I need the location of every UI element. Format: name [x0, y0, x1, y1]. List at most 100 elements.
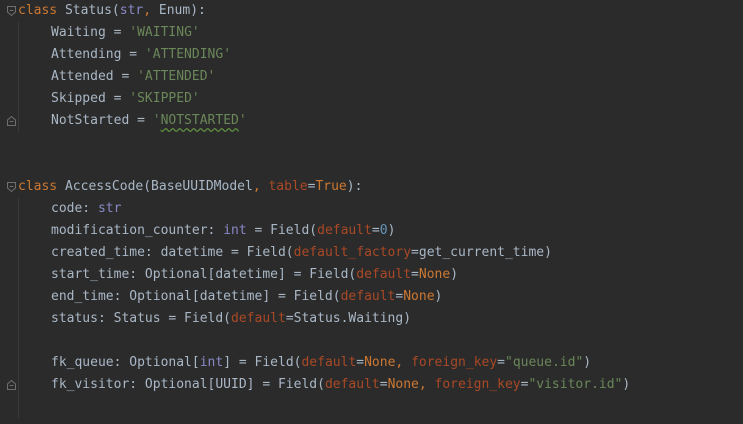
line-notstarted[interactable]: NotStarted = 'NOTSTARTED'	[18, 110, 743, 132]
code-token: Skipped =	[51, 91, 130, 106]
code-token: )	[434, 289, 443, 304]
code-token: =Status.Waiting)	[285, 311, 412, 326]
indent-guide	[18, 264, 51, 286]
code-token: Waiting =	[51, 25, 130, 40]
line-attending[interactable]: Attending = 'ATTENDING'	[18, 44, 743, 66]
code-token: '	[152, 113, 161, 128]
code-token: AccessCode(BaseUUIDModel	[64, 179, 253, 194]
line-blank-1[interactable]	[18, 132, 743, 154]
code-area[interactable]: class Status(str, Enum): Waiting = 'WAITI…	[18, 0, 743, 418]
fold-open-icon[interactable]	[7, 6, 16, 16]
line-fk-visitor[interactable]: fk_visitor: Optional[UUID] = Field(defau…	[18, 374, 743, 396]
code-token: ,	[395, 355, 412, 370]
line-start-time[interactable]: start_time: Optional[datetime] = Field(d…	[18, 264, 743, 286]
code-token: 'SKIPPED'	[129, 91, 200, 106]
line-blank-4[interactable]	[18, 396, 743, 418]
code-token: Attended =	[51, 69, 138, 84]
code-token: modification_counter:	[51, 223, 224, 238]
fold-close-icon[interactable]	[7, 380, 16, 390]
indent-guide	[18, 308, 51, 330]
line-attended[interactable]: Attended = 'ATTENDED'	[18, 66, 743, 88]
code-token: ] = Field(	[223, 355, 302, 370]
code-token: str	[119, 3, 144, 18]
code-token: =	[371, 223, 380, 238]
code-token: status: Status = Field(	[51, 311, 232, 326]
line-blank-3[interactable]	[18, 330, 743, 352]
code-token: default	[324, 377, 380, 392]
code-token: foreign_key	[411, 355, 498, 370]
code-token: default	[340, 289, 396, 304]
code-token: table	[268, 179, 308, 194]
indent-guide	[18, 220, 51, 242]
line-fk-queue[interactable]: fk_queue: Optional[int] = Field(default =…	[18, 352, 743, 374]
line-status[interactable]: status: Status = Field(default=Status.Wa…	[18, 308, 743, 330]
fold-gutter	[0, 0, 17, 424]
code-token: NOTSTARTED	[160, 113, 239, 128]
code-token: =	[497, 355, 505, 370]
line-code[interactable]: code: str	[18, 198, 743, 220]
line-modification-counter[interactable]: modification_counter: int = Field(defaul…	[18, 220, 743, 242]
code-token: end_time: Optional[datetime] = Field(	[51, 289, 341, 304]
code-token: ,	[418, 377, 435, 392]
code-token: default	[231, 311, 286, 326]
code-token: Status(	[64, 3, 120, 18]
code-token: )	[583, 355, 592, 370]
code-token: NotStarted =	[51, 113, 153, 128]
line-blank-2[interactable]	[18, 154, 743, 176]
code-token: =get_current_time)	[411, 245, 552, 260]
code-token: ):	[346, 179, 363, 194]
code-token: str	[97, 201, 122, 216]
line-class-accesscode[interactable]: class AccessCode(BaseUUIDModel, table=Tr…	[18, 176, 743, 198]
code-token: start_time: Optional[datetime] = Field(	[51, 267, 357, 282]
code-token: 0	[379, 223, 388, 238]
code-token: None	[403, 289, 435, 304]
code-token: True	[315, 179, 347, 194]
code-token: fk_queue: Optional[	[51, 355, 200, 370]
line-end-time[interactable]: end_time: Optional[datetime] = Field(def…	[18, 286, 743, 308]
code-token: class	[18, 179, 65, 194]
code-token: = Field(	[246, 223, 318, 238]
code-token: "visitor.id"	[528, 377, 623, 392]
code-token: default	[317, 223, 372, 238]
code-token: None	[387, 377, 419, 392]
fold-close-icon[interactable]	[7, 116, 16, 126]
code-token: "queue.id"	[505, 355, 584, 370]
code-token: =	[411, 267, 419, 282]
line-waiting[interactable]: Waiting = 'WAITING'	[18, 22, 743, 44]
indent-guide	[18, 88, 51, 110]
code-token: 'WAITING'	[129, 25, 200, 40]
line-skipped[interactable]: Skipped = 'SKIPPED'	[18, 88, 743, 110]
code-token: '	[238, 113, 247, 128]
code-token: )	[450, 267, 459, 282]
indent-guide	[18, 242, 51, 264]
code-token: foreign_key	[434, 377, 521, 392]
code-editor[interactable]: class Status(str, Enum): Waiting = 'WAITI…	[0, 0, 743, 424]
code-token: created_time: datetime = Field(	[51, 245, 294, 260]
indent-guide	[18, 396, 51, 418]
indent-guide	[18, 330, 51, 352]
code-token: int	[223, 223, 247, 238]
line-class-status[interactable]: class Status(str, Enum):	[18, 0, 743, 22]
line-created-time[interactable]: created_time: datetime = Field(default_f…	[18, 242, 743, 264]
code-token: None	[418, 267, 451, 282]
code-token: default	[301, 355, 357, 370]
code-token: Enum):	[158, 3, 206, 18]
indent-guide	[18, 44, 51, 66]
code-token: default	[356, 267, 412, 282]
fold-open-icon[interactable]	[7, 182, 16, 192]
code-token: fk_visitor: Optional[UUID] = Field(	[51, 377, 325, 392]
indent-guide	[18, 198, 51, 220]
code-token: )	[387, 223, 396, 238]
code-token: 'ATTENDED'	[137, 69, 216, 84]
code-token: Attending =	[51, 47, 145, 62]
code-token: class	[18, 3, 65, 18]
indent-guide	[18, 66, 51, 88]
code-token: default_factory	[293, 245, 412, 260]
code-token: ,	[252, 179, 269, 194]
code-token: ,	[143, 3, 159, 18]
code-token: =	[379, 377, 388, 392]
code-token: int	[199, 355, 224, 370]
code-token: 'ATTENDING'	[144, 47, 232, 62]
indent-guide	[18, 286, 51, 308]
indent-guide	[18, 352, 51, 374]
